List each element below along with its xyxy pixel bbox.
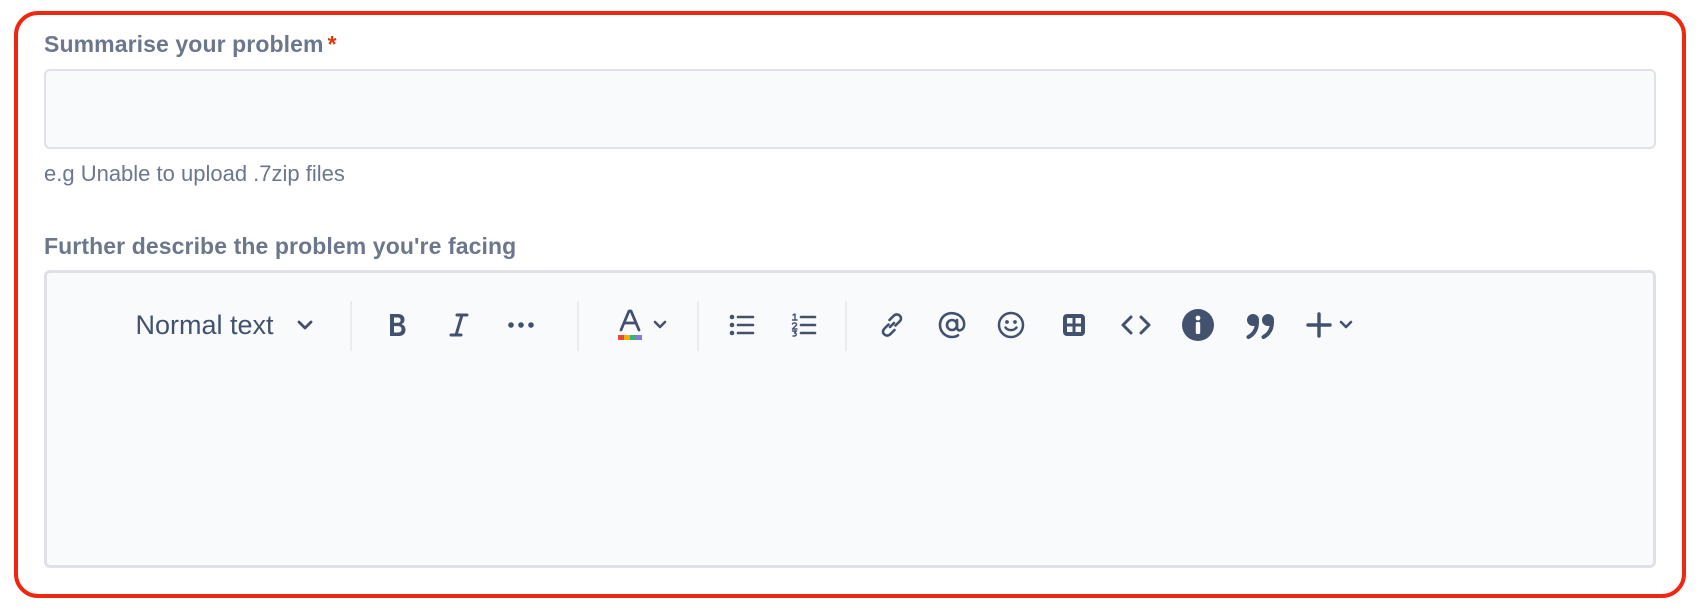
required-marker: *	[327, 31, 337, 57]
emoji-button[interactable]	[989, 303, 1033, 347]
bullet-list-button[interactable]	[720, 303, 764, 347]
chevron-down-icon	[1338, 319, 1354, 331]
link-icon	[878, 311, 906, 339]
bold-button[interactable]	[375, 303, 419, 347]
bold-icon	[385, 311, 409, 339]
text-style-label: Normal text	[135, 309, 274, 340]
text-color-button[interactable]	[608, 303, 676, 347]
summary-input[interactable]	[44, 69, 1656, 149]
code-icon	[1120, 313, 1152, 337]
info-panel-button[interactable]	[1176, 303, 1220, 347]
more-formatting-button[interactable]	[499, 303, 543, 347]
chevron-down-icon	[296, 319, 314, 331]
toolbar-divider	[350, 301, 352, 351]
editor-content-area[interactable]	[47, 377, 1653, 565]
numbered-list-button[interactable]	[782, 303, 826, 347]
text-style-dropdown[interactable]: Normal text	[97, 303, 352, 347]
toolbar-divider	[845, 301, 847, 351]
table-icon	[1061, 312, 1087, 338]
description-label: Further describe the problem you're faci…	[44, 233, 517, 259]
summary-label: Summarise your problem *	[44, 31, 337, 58]
editor-toolbar: Normal text	[47, 273, 1653, 377]
info-panel-icon	[1181, 308, 1215, 342]
insert-menu-button[interactable]	[1300, 303, 1360, 347]
link-button[interactable]	[870, 303, 914, 347]
quote-icon	[1245, 311, 1277, 339]
insert-icon	[1306, 312, 1332, 338]
chevron-down-icon	[652, 319, 668, 331]
summary-helper-text: e.g Unable to upload .7zip files	[44, 161, 345, 186]
emoji-icon	[996, 310, 1026, 340]
mention-button[interactable]	[930, 303, 974, 347]
toolbar-divider	[697, 301, 699, 351]
code-button[interactable]	[1114, 303, 1158, 347]
table-button[interactable]	[1052, 303, 1096, 347]
toolbar-divider	[577, 301, 579, 351]
bullet-list-icon	[729, 314, 755, 336]
more-formatting-icon	[507, 321, 535, 329]
italic-icon	[447, 311, 471, 339]
text-color-icon	[616, 308, 644, 342]
quote-button[interactable]	[1239, 303, 1283, 347]
description-editor[interactable]: Normal text	[44, 270, 1656, 568]
mention-icon	[937, 310, 967, 340]
summary-label-text: Summarise your problem	[44, 31, 324, 57]
numbered-list-icon	[791, 313, 817, 337]
italic-button[interactable]	[437, 303, 481, 347]
